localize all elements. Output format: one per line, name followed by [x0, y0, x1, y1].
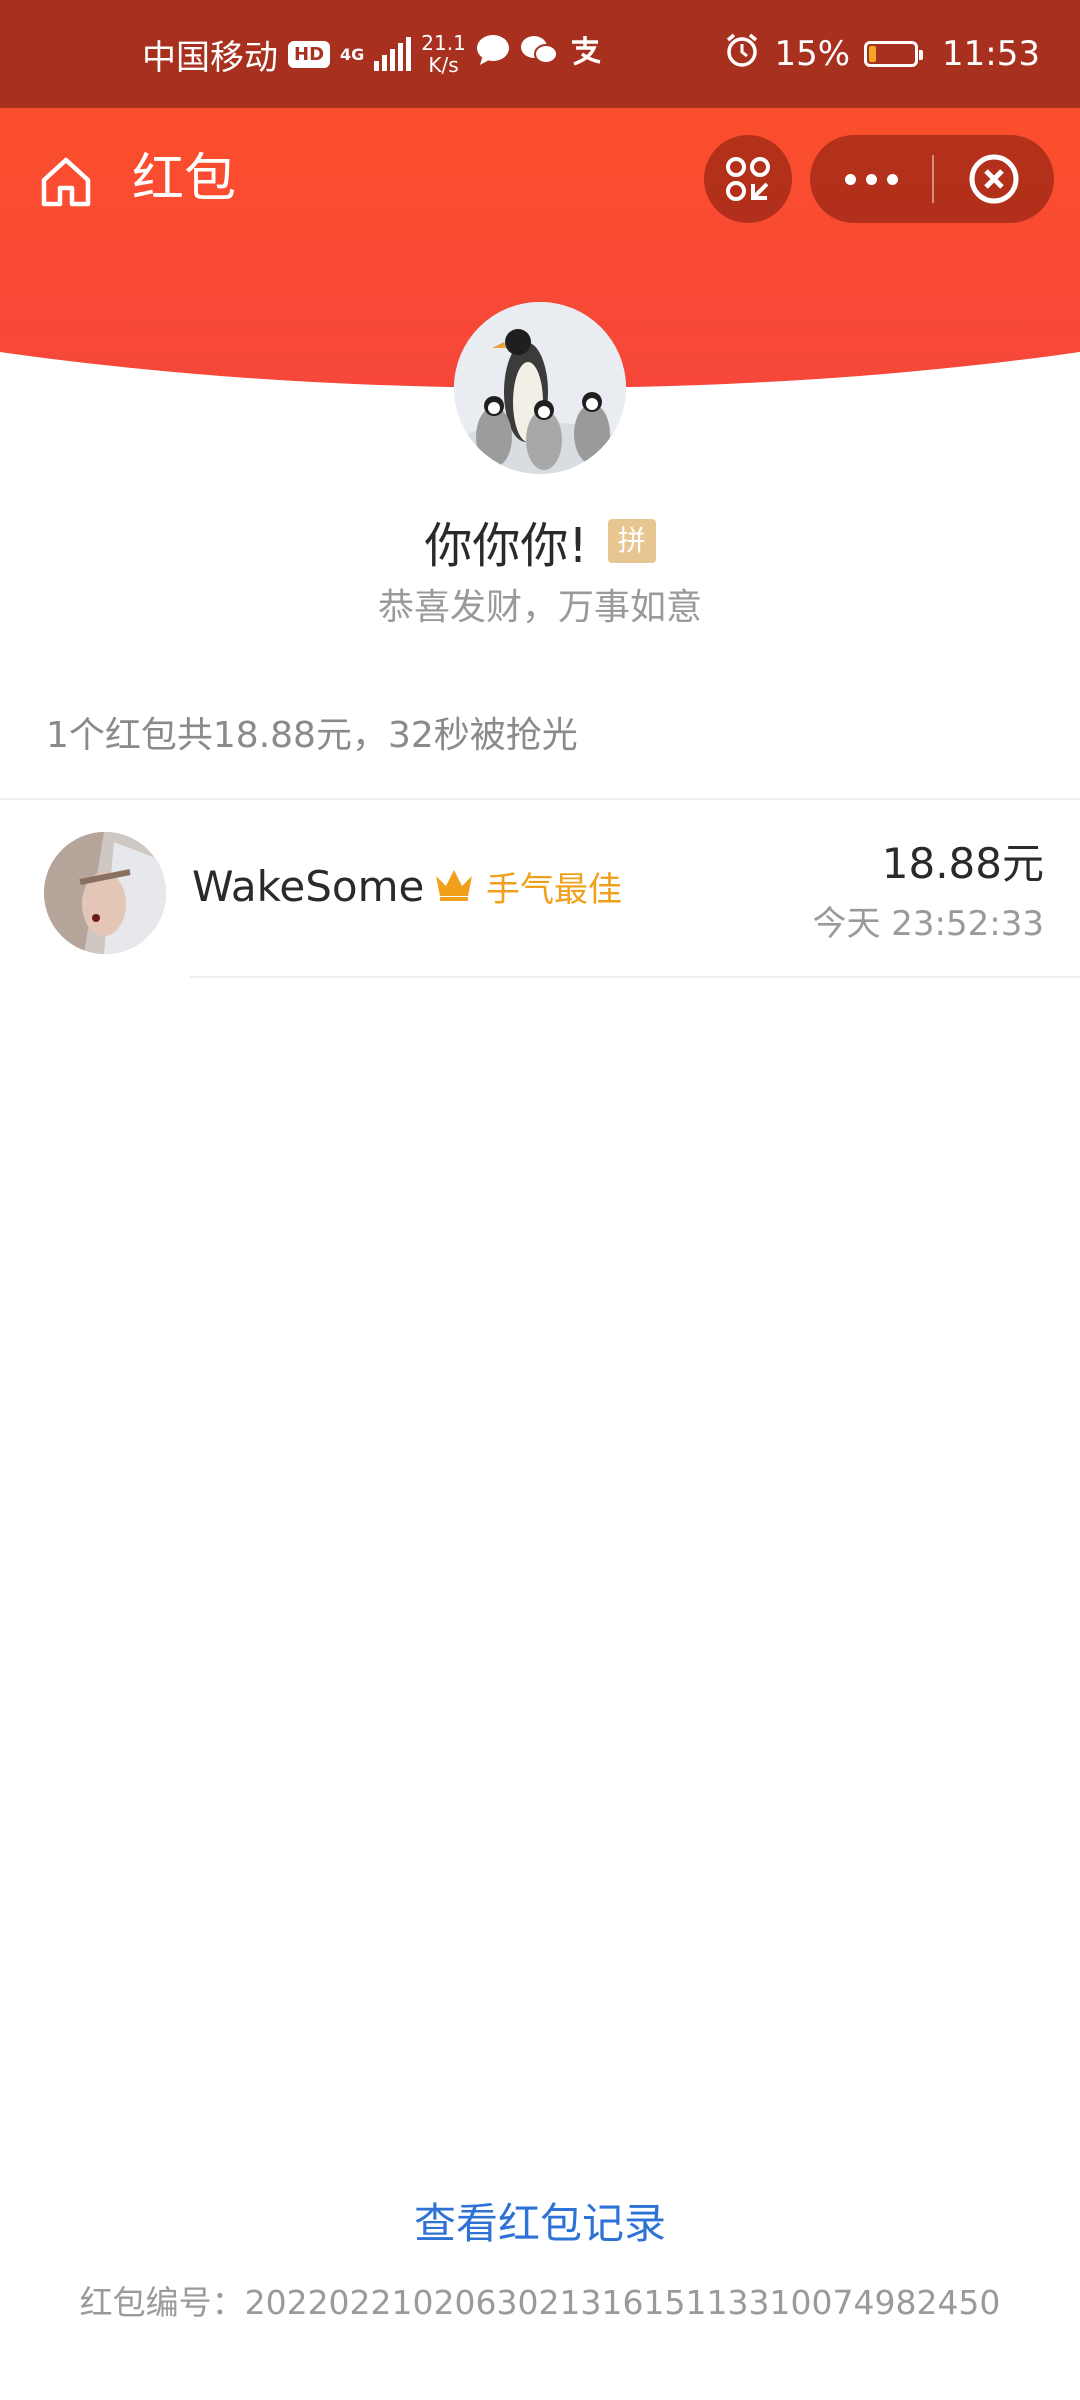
sender-avatar — [454, 302, 626, 474]
message-icon — [476, 34, 510, 74]
divider — [190, 976, 1080, 978]
receiver-name: WakeSome — [192, 862, 425, 911]
net-speed: 21.1 K/s — [421, 32, 466, 76]
best-luck-label: 手气最佳 — [486, 870, 622, 910]
miniapp-capsule — [810, 135, 1054, 223]
packet-summary: 1个红包共18.88元，32秒被抢光 — [46, 715, 578, 756]
alarm-icon — [724, 32, 760, 77]
divider — [0, 798, 1080, 800]
view-records-link[interactable]: 查看红包记录 — [0, 2190, 1080, 2251]
battery-percent: 15% — [774, 34, 851, 74]
crown-icon — [432, 866, 476, 902]
clock: 11:53 — [942, 34, 1040, 74]
page-title: 红包 — [132, 149, 237, 209]
scan-icon[interactable] — [704, 135, 792, 223]
net-speed-value: 21.1 — [421, 31, 466, 55]
net-speed-unit: K/s — [428, 53, 459, 77]
carrier-name: 中国移动 — [142, 37, 278, 78]
battery-icon — [864, 41, 924, 67]
greeting-text: 恭喜发财，万事如意 — [377, 587, 702, 628]
avatar[interactable] — [44, 832, 166, 954]
status-bar-left: 中国移动 HD 4G 21.1 K/s — [142, 0, 602, 108]
status-bar: 中国移动 HD 4G 21.1 K/s 15% 11:53 — [0, 0, 1080, 108]
signal-icon — [374, 37, 412, 71]
status-bar-right: 15% 11:53 — [724, 0, 1040, 108]
packet-id: 红包编号：20220221020630213161511331007498245… — [79, 2283, 1001, 2322]
alipay-icon — [568, 34, 602, 74]
home-icon[interactable] — [38, 154, 94, 210]
more-icon[interactable] — [810, 135, 932, 223]
sender-name: 你你你! — [424, 518, 588, 574]
nav-bar: 红包 — [0, 108, 1080, 252]
received-amount: 18.88元 — [881, 839, 1044, 888]
network-type: 4G — [340, 44, 365, 64]
pin-badge: 拼 — [607, 519, 656, 563]
sender-row: 你你你! 拼 — [0, 506, 1080, 576]
wechat-icon — [520, 34, 558, 74]
close-icon[interactable] — [934, 135, 1054, 223]
received-time: 今天 23:52:33 — [812, 904, 1044, 944]
hd-badge: HD — [288, 40, 331, 68]
